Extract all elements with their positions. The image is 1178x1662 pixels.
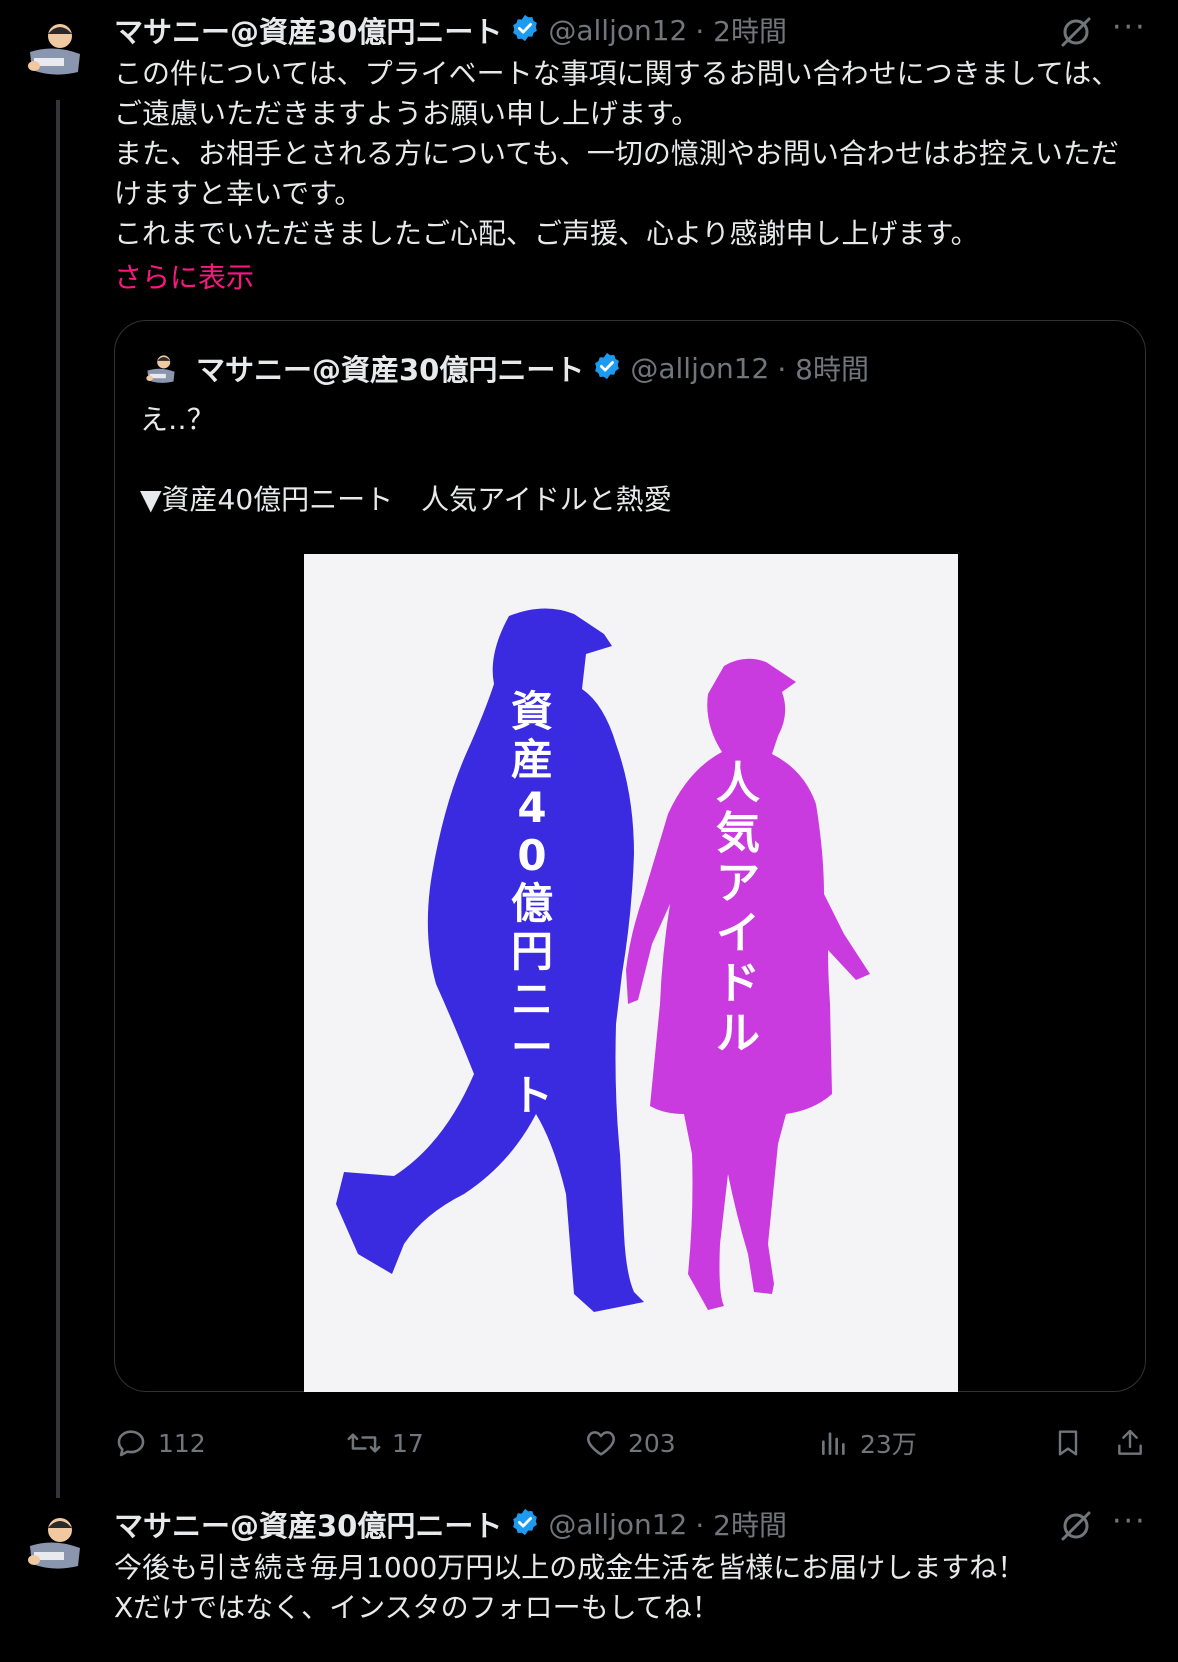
image-vertical-char: 0 [517,831,546,880]
reply-icon [114,1426,148,1460]
show-more-link[interactable]: さらに表示 [114,256,254,296]
avatar[interactable] [20,1508,90,1578]
verified-badge-icon [510,13,540,47]
image-vertical-char: イ [716,908,760,959]
action-bar-retweet: 17 [346,1422,424,1464]
action-bar-views: 23万 [818,1422,917,1464]
author-handle[interactable]: @alljon12 [548,1508,687,1541]
author-name[interactable]: マサニー@資産30億円ニート [114,9,502,51]
tweet-text: 今後も引き続き毎月1000万円以上の成金生活を皆様にお届けしますね！ Xだけでは… [114,1551,1026,1624]
tweet-header: マサニー@資産30億円ニート @alljon12 · 2時間 [114,10,787,50]
quoted-author-handle: @alljon12 [630,351,770,385]
image-vertical-char: 産 [511,735,553,784]
retweet-icon [346,1426,382,1460]
image-vertical-char: 4 [517,783,546,832]
bookmark-icon[interactable] [1052,1426,1084,1460]
author-name[interactable]: マサニー@資産30億円ニート [114,1503,502,1545]
image-vertical-char: ル [716,1008,760,1059]
avatar[interactable] [20,14,90,84]
tweet-text: この件については、プライベートな事項に関するお問い合わせにつきましては、ご遠慮い… [114,57,1120,250]
retweet-count: 17 [392,1428,424,1458]
quoted-image[interactable]: 資産40億円ニート 人気アイドル [304,554,958,1392]
timestamp[interactable]: · 2時間 [695,10,787,50]
bookmark-wrap [1052,1422,1084,1464]
timestamp[interactable]: · 2時間 [695,1504,787,1544]
tweet-header-2: マサニー@資産30億円ニート @alljon12 · 2時間 [114,1504,787,1544]
views-button[interactable]: 23万 [818,1425,917,1461]
quoted-timestamp: · 8時間 [777,353,869,386]
image-vertical-char: ト [511,1071,553,1120]
quoted-author-name: マサニー@資産30億円ニート [196,353,585,387]
image-vertical-char: 気 [716,808,760,859]
share-wrap [1114,1422,1146,1464]
more-options-icon[interactable]: ··· [1112,1504,1147,1539]
like-button[interactable]: 203 [584,1426,676,1460]
quoted-text-line2: ▼資産40億円ニート 人気アイドルと熱愛 [140,483,672,516]
image-vertical-char: ド [716,958,760,1009]
action-bar: 112 [114,1422,206,1464]
verified-badge-icon [592,351,622,385]
reply-count: 112 [158,1428,206,1458]
image-vertical-char: ー [511,1023,553,1072]
verified-badge-icon [510,1507,540,1541]
grok-icon[interactable] [1058,1508,1094,1548]
image-vertical-char: ニ [511,975,553,1024]
image-vertical-char: 億 [511,879,553,928]
image-vertical-char: 資 [511,687,553,736]
action-bar-like: 203 [584,1422,676,1464]
views-count: 23万 [860,1430,917,1459]
retweet-button[interactable]: 17 [346,1426,424,1460]
more-options-icon[interactable]: ··· [1112,10,1147,45]
author-handle[interactable]: @alljon12 [548,14,687,47]
share-icon[interactable] [1114,1426,1146,1460]
heart-icon [584,1426,618,1460]
quoted-tweet-header: マサニー@資産30億円ニート @alljon12 · 8時間 [196,348,869,388]
like-count: 203 [628,1428,676,1458]
image-vertical-char: 人 [716,758,760,809]
analytics-icon [818,1426,850,1460]
image-vertical-char: 円 [511,927,553,976]
reply-button[interactable]: 112 [114,1426,206,1460]
grok-icon[interactable] [1058,14,1094,54]
thread-connector-line [56,100,60,1498]
quoted-text-line1: え‥？ [140,403,215,436]
quoted-avatar[interactable] [142,350,180,388]
image-vertical-char: ア [716,858,760,909]
